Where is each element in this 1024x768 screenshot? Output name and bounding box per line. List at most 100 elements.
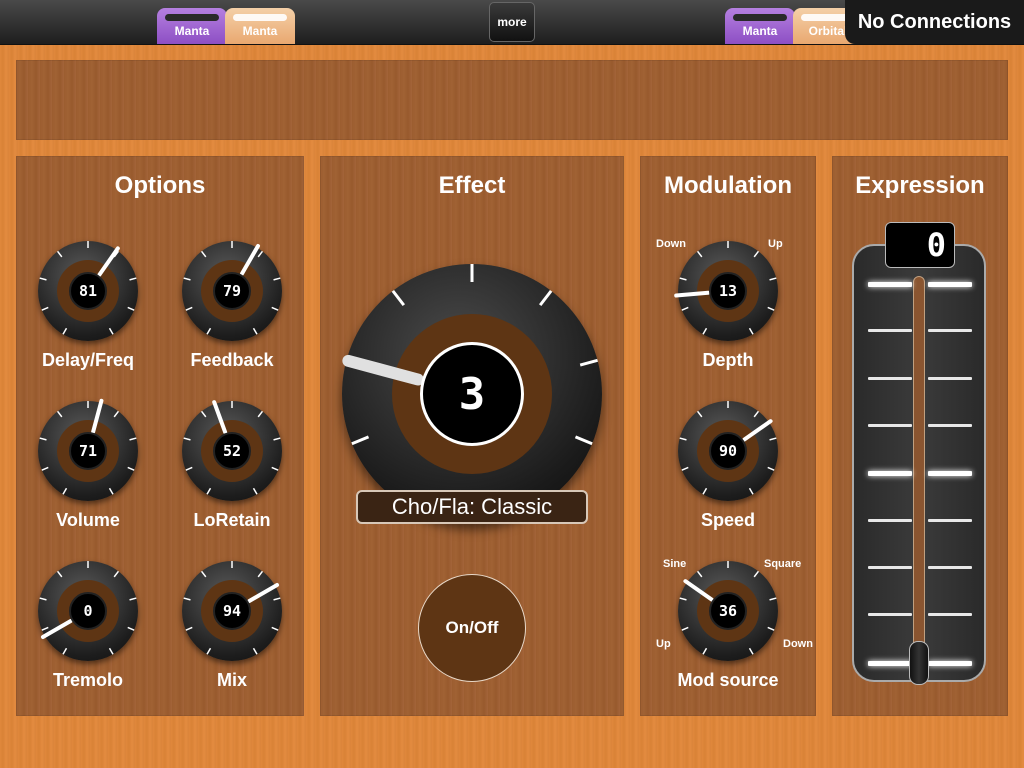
expression-tick: [928, 377, 972, 380]
knob-tick: [696, 250, 703, 258]
mod-source-up-label: Up: [656, 638, 671, 650]
knob-tick: [39, 597, 47, 601]
knob-tick: [681, 466, 689, 471]
knob-tick: [273, 277, 281, 281]
knob-tick: [206, 647, 212, 655]
knob-tick: [39, 277, 47, 281]
feedback-label: Feedback: [190, 350, 274, 370]
knob-tick: [767, 466, 775, 471]
knob-tick: [185, 306, 193, 311]
knob-tick: [108, 487, 114, 495]
knob-tick: [271, 466, 279, 471]
tab-manta-right[interactable]: Manta: [725, 8, 795, 44]
knob-tick: [748, 327, 754, 335]
depth-label: Depth: [702, 350, 754, 370]
tab-label: Manta: [242, 24, 278, 38]
knob-tick: [391, 289, 406, 307]
knob-tick: [183, 437, 191, 441]
knob-value: 79: [213, 272, 251, 310]
knob-tick: [538, 289, 553, 307]
connection-status[interactable]: No Connections: [845, 0, 1024, 44]
effect-title: Effect: [438, 172, 506, 199]
knob-value: 36: [709, 592, 747, 630]
more-button[interactable]: more: [489, 2, 535, 42]
knob-tick: [113, 570, 120, 578]
speed-knob[interactable]: 90: [673, 396, 783, 506]
knob-pointer: [97, 246, 120, 277]
knob-tick: [56, 410, 63, 418]
knob-tick: [183, 597, 191, 601]
knob-tick: [702, 487, 708, 495]
knob-tick: [681, 306, 689, 311]
knob-tick: [257, 410, 264, 418]
knob-tick: [56, 250, 63, 258]
knob-tick: [696, 570, 703, 578]
expression-tick: [868, 424, 912, 427]
knob-pointer: [683, 579, 714, 602]
knob-tick: [574, 435, 593, 446]
knob-tick: [679, 437, 687, 441]
knob-tick: [579, 358, 598, 367]
knob-tick: [200, 410, 207, 418]
tremolo-knob[interactable]: 0: [33, 556, 143, 666]
knob-tick: [127, 626, 135, 631]
knob-tick: [679, 277, 687, 281]
tab-label: Manta: [742, 24, 778, 38]
expression-value: 0: [885, 222, 955, 268]
expression-tick: [868, 471, 912, 476]
expression-tick: [868, 566, 912, 569]
knob-pointer: [91, 398, 104, 434]
knob-tick: [41, 306, 49, 311]
knob-pointer: [742, 419, 773, 442]
knob-pointer: [247, 583, 280, 603]
knob-tick: [257, 570, 264, 578]
mod-source-knob[interactable]: 36: [673, 556, 783, 666]
feedback-knob[interactable]: 79: [177, 236, 287, 346]
expression-tick: [868, 329, 912, 332]
onoff-button[interactable]: On/Off: [418, 574, 526, 682]
knob-tick: [41, 466, 49, 471]
knob-tick: [753, 570, 760, 578]
knob-tick: [39, 437, 47, 441]
loretain-knob[interactable]: 52: [177, 396, 287, 506]
expression-tick: [928, 329, 972, 332]
expression-tick: [928, 519, 972, 522]
knob-value: 0: [69, 592, 107, 630]
expression-title: Expression: [855, 172, 985, 199]
knob-tick: [129, 597, 137, 601]
knob-tick: [113, 410, 120, 418]
knob-tick: [252, 647, 258, 655]
knob-tick: [56, 570, 63, 578]
knob-pointer: [240, 243, 260, 276]
knob-tick: [702, 647, 708, 655]
knob-tick: [206, 327, 212, 335]
tab-manta-left-1[interactable]: Manta: [157, 8, 227, 44]
knob-tick: [769, 597, 777, 601]
tab-label: Orbital: [808, 24, 848, 38]
knob-tick: [748, 647, 754, 655]
mod-source-label: Mod source: [677, 670, 779, 690]
expression-tick: [928, 613, 972, 616]
options-title: Options: [114, 172, 206, 199]
knob-tick: [681, 626, 689, 631]
delay-freq-label: Delay/Freq: [41, 350, 135, 370]
knob-tick: [252, 327, 258, 335]
tab-label: Manta: [174, 24, 210, 38]
knob-tick: [127, 306, 135, 311]
effect-preset-display[interactable]: Cho/Fla: Classic: [356, 490, 588, 524]
knob-value: 13: [709, 272, 747, 310]
expression-slider-thumb[interactable]: [909, 641, 929, 685]
expression-tick: [868, 519, 912, 522]
depth-knob[interactable]: 13: [673, 236, 783, 346]
expression-tick: [928, 282, 972, 287]
tab-slot: [165, 14, 219, 21]
knob-tick: [753, 410, 760, 418]
knob-tick: [753, 250, 760, 258]
knob-tick: [271, 306, 279, 311]
modulation-title: Modulation: [664, 172, 792, 199]
volume-knob[interactable]: 71: [33, 396, 143, 506]
delay-freq-knob[interactable]: 81: [33, 236, 143, 346]
tab-manta-left-2[interactable]: Manta: [225, 8, 295, 44]
mix-knob[interactable]: 94: [177, 556, 287, 666]
knob-tick: [679, 597, 687, 601]
